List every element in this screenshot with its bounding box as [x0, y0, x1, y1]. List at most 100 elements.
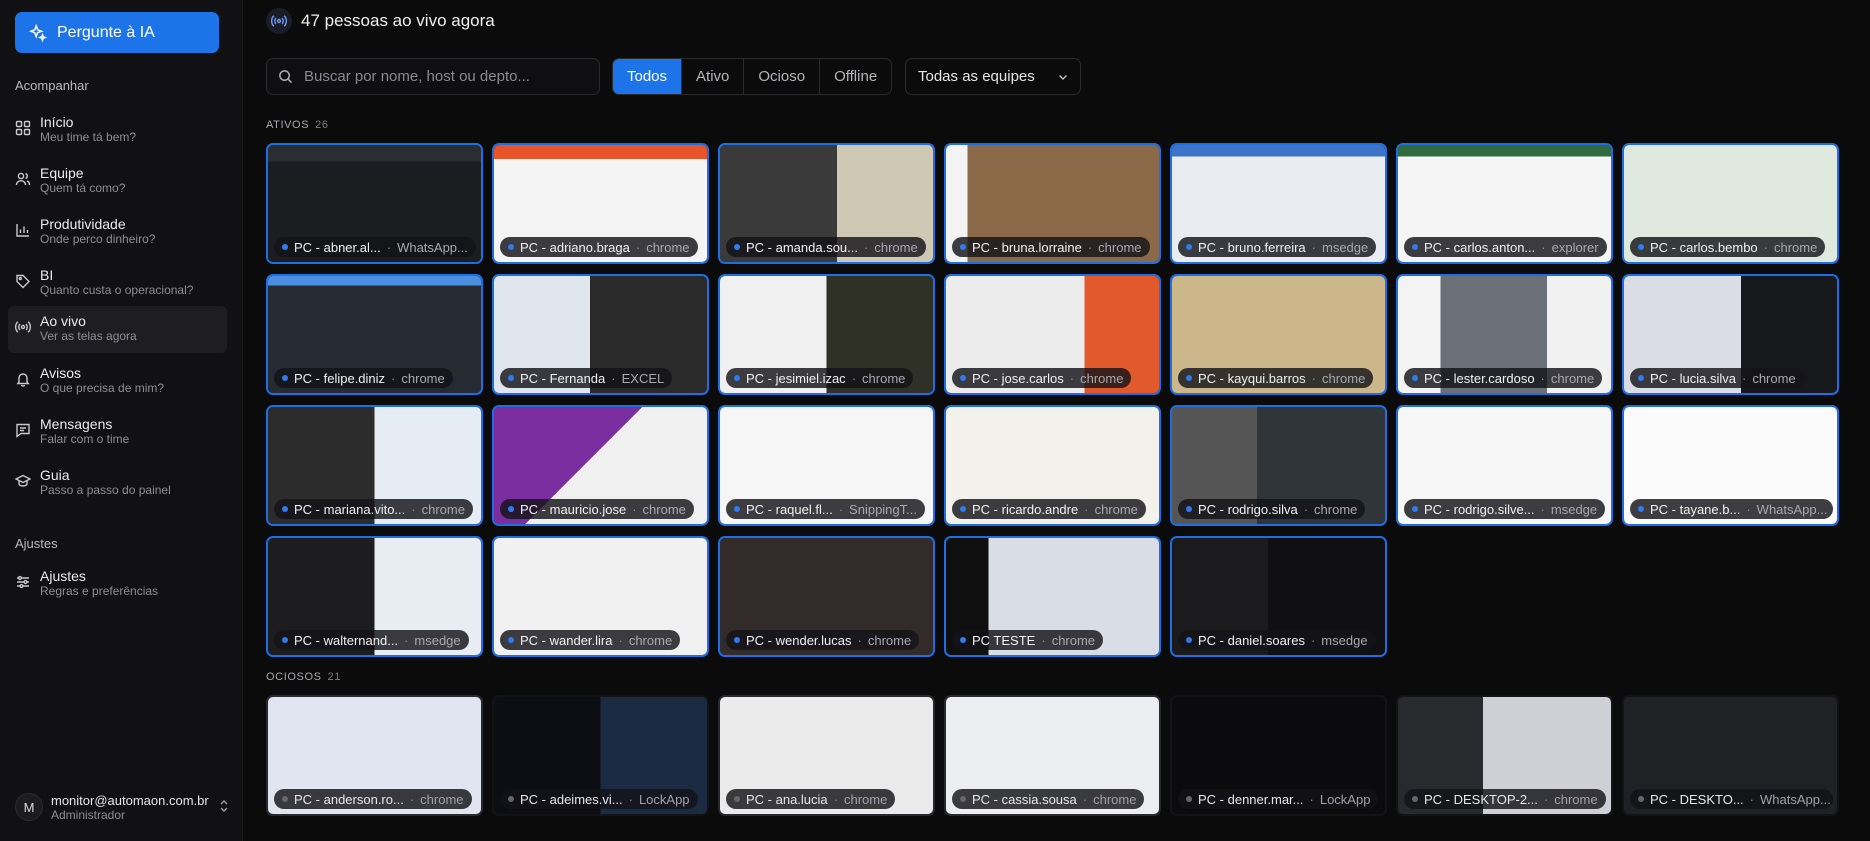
tile-caption: PC - bruna.lorraine · chrome — [952, 237, 1150, 257]
screen-tile[interactable]: PC - DESKTO... · WhatsApp... — [1622, 695, 1839, 816]
sidebar-item-guia[interactable]: Guia Passo a passo do painel — [8, 460, 227, 507]
screen-tile[interactable]: PC - lucia.silva · chrome — [1622, 274, 1839, 395]
screen-tile[interactable]: PC - carlos.bembo · chrome — [1622, 143, 1839, 264]
screen-tile[interactable]: PC - jesimiel.izac · chrome — [718, 274, 935, 395]
screen-tile[interactable]: PC - walternand... · msedge — [266, 536, 483, 657]
screen-tile[interactable]: PC - kayqui.barros · chrome — [1170, 274, 1387, 395]
separator: · — [864, 239, 869, 255]
screen-tile[interactable]: PC - adriano.braga · chrome — [492, 143, 709, 264]
ask-ai-button[interactable]: Pergunte à IA — [15, 12, 219, 53]
search-input[interactable] — [304, 68, 594, 85]
screen-tile[interactable]: PC - felipe.diniz · chrome — [266, 274, 483, 395]
sidebar-item-produtividade[interactable]: Produtividade Onde perco dinheiro? — [8, 209, 227, 256]
screen-tile[interactable]: PC - amanda.sou... · chrome — [718, 143, 935, 264]
sidebar-item-inicio[interactable]: Início Meu time tá bem? — [8, 107, 227, 154]
sidebar-item-mensagens[interactable]: Mensagens Falar com o time — [8, 409, 227, 456]
screen-tile[interactable]: PC - wender.lucas · chrome — [718, 536, 935, 657]
screen-tile[interactable]: PC - tayane.b... · WhatsApp... — [1622, 405, 1839, 526]
separator: · — [1741, 370, 1747, 386]
screen-tile[interactable]: PC - mauricio.jose · chrome — [492, 405, 709, 526]
screen-tile[interactable]: PC - abner.al... · WhatsApp... — [266, 143, 483, 264]
graduation-icon — [15, 474, 31, 487]
status-dot-icon — [734, 375, 740, 381]
tile-app: chrome — [1550, 370, 1595, 386]
filter-offline[interactable]: Offline — [819, 59, 891, 94]
sidebar-item-ao-vivo[interactable]: Ao vivo Ver as telas agora — [8, 306, 227, 353]
tile-app: LockApp — [638, 791, 690, 807]
screen-tile[interactable]: PC - denner.mar... · LockApp — [1170, 695, 1387, 816]
separator: · — [635, 239, 641, 255]
screen-tile[interactable]: PC - ana.lucia · chrome — [718, 695, 935, 816]
tile-app: chrome — [1094, 501, 1138, 517]
filter-todos[interactable]: Todos — [613, 59, 682, 94]
user-menu[interactable]: M monitor@automaon.com.br Administrador — [15, 790, 237, 824]
tile-app: WhatsApp... — [1760, 791, 1831, 807]
screen-tile[interactable]: PC - bruno.ferreira · msedge — [1170, 143, 1387, 264]
search-box[interactable] — [266, 58, 600, 95]
separator: · — [386, 239, 392, 255]
filter-ocioso[interactable]: Ocioso — [743, 59, 819, 94]
separator: · — [1087, 239, 1093, 255]
separator: · — [1311, 370, 1316, 386]
tile-host: PC - adriano.braga — [520, 239, 630, 255]
tile-app: msedge — [414, 632, 461, 648]
status-dot-icon — [1186, 796, 1192, 802]
sidebar-item-sub: Passo a passo do painel — [40, 483, 171, 497]
tile-app: chrome — [874, 239, 918, 255]
sidebar-item-label: BI — [40, 267, 54, 283]
separator: · — [1309, 791, 1314, 807]
screen-tile[interactable]: PC - daniel.soares · msedge — [1170, 536, 1387, 657]
screen-tile[interactable]: PC - anderson.ro... · chrome — [266, 695, 483, 816]
tile-caption: PC - rodrigo.silve... · msedge — [1404, 499, 1606, 519]
screen-tile[interactable]: PC TESTE · chrome — [944, 536, 1161, 657]
separator: · — [1540, 370, 1545, 386]
screen-tile[interactable]: PC - lester.cardoso · chrome — [1396, 274, 1613, 395]
tile-caption: PC - jose.carlos · chrome — [952, 368, 1132, 388]
sidebar-item-avisos[interactable]: Avisos O que precisa de mim? — [8, 358, 227, 405]
sidebar-item-label: Guia — [40, 467, 70, 483]
avatar: M — [15, 793, 43, 821]
tile-app: chrome — [1080, 370, 1124, 386]
screen-tile[interactable]: PC - Fernanda · EXCEL — [492, 274, 709, 395]
tile-app: SnippingT... — [849, 501, 917, 517]
separator: · — [1746, 501, 1751, 517]
sidebar-item-equipe[interactable]: Equipe Quem tá como? — [8, 158, 227, 205]
screen-tile[interactable]: PC - jose.carlos · chrome — [944, 274, 1161, 395]
sidebar-item-ajustes[interactable]: Ajustes Regras e preferências — [8, 561, 227, 608]
screen-tile[interactable]: PC - carlos.anton... · explorer — [1396, 143, 1613, 264]
page-title: 47 pessoas ao vivo agora — [301, 11, 495, 30]
screen-tile[interactable]: PC - cassia.sousa · chrome — [944, 695, 1161, 816]
tile-caption: PC - wander.lira · chrome — [500, 630, 681, 650]
separator: · — [857, 632, 862, 648]
screen-tile[interactable]: PC - wander.lira · chrome — [492, 536, 709, 657]
group-active-count: 26 — [315, 119, 329, 131]
sidebar-item-bi[interactable]: BI Quanto custa o operacional? — [8, 260, 227, 307]
tile-host: PC - ricardo.andre — [972, 501, 1079, 517]
user-email: monitor@automaon.com.br — [51, 792, 209, 808]
status-dot-icon — [1412, 375, 1418, 381]
tile-caption: PC TESTE · chrome — [952, 630, 1104, 650]
separator: · — [628, 791, 633, 807]
screen-tile[interactable]: PC - DESKTOP-2... · chrome — [1396, 695, 1613, 816]
separator: · — [1763, 239, 1768, 255]
tile-app: chrome — [1051, 632, 1096, 648]
screen-tile[interactable]: PC - bruna.lorraine · chrome — [944, 143, 1161, 264]
chevron-down-icon — [1059, 75, 1067, 80]
group-idle-count: 21 — [327, 671, 341, 683]
status-dot-icon — [960, 637, 966, 643]
tile-app: explorer — [1551, 239, 1599, 255]
filter-ativo[interactable]: Ativo — [681, 59, 743, 94]
sidebar: Pergunte à IA Acompanhar Início Meu time … — [0, 0, 243, 841]
screen-tile[interactable]: PC - mariana.vito... · chrome — [266, 405, 483, 526]
tile-app: chrome — [1774, 239, 1818, 255]
tile-host: PC - raquel.fl... — [746, 501, 833, 517]
screen-tile[interactable]: PC - rodrigo.silve... · msedge — [1396, 405, 1613, 526]
screen-tile[interactable]: PC - adeimes.vi... · LockApp — [492, 695, 709, 816]
screen-tile[interactable]: PC - rodrigo.silva · chrome — [1170, 405, 1387, 526]
screen-tile[interactable]: PC - raquel.fl... · SnippingT... — [718, 405, 935, 526]
tile-app: WhatsApp... — [1756, 501, 1828, 517]
screen-tile[interactable]: PC - ricardo.andre · chrome — [944, 405, 1161, 526]
status-dot-icon — [282, 375, 288, 381]
status-dot-icon — [508, 375, 514, 381]
team-select[interactable]: Todas as equipes — [905, 58, 1081, 95]
